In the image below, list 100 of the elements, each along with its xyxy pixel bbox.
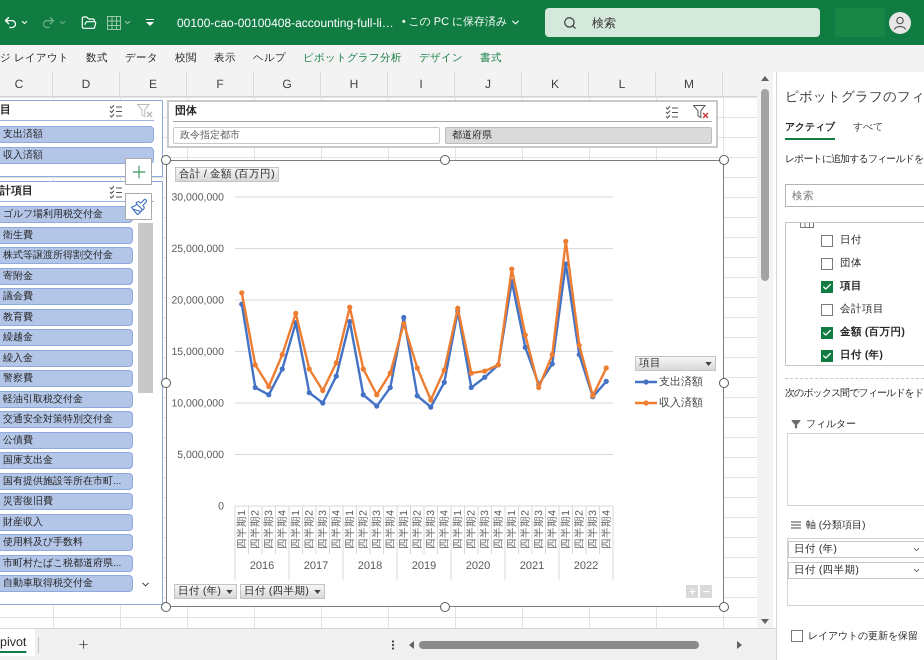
slicer-item[interactable]: ゴルフ場利用税交付金 — [0, 206, 133, 223]
scroll-left-icon[interactable] — [409, 640, 414, 648]
scroll-up-icon[interactable] — [761, 76, 769, 81]
field-label[interactable]: 項目 — [840, 278, 862, 294]
ribbon-tab[interactable]: ピボットグラフ分析 — [302, 50, 402, 66]
dropdown-icon[interactable] — [146, 19, 154, 26]
scrollbar-thumb[interactable] — [419, 640, 700, 648]
column-header[interactable]: J — [455, 72, 522, 96]
pane-tab[interactable]: すべて — [853, 116, 883, 140]
ribbon-tab[interactable]: ジ レイアウト — [0, 50, 69, 66]
slicer-item[interactable]: 使用料及び手数料 — [0, 534, 133, 551]
checkbox[interactable] — [791, 630, 803, 642]
column-header[interactable]: E — [120, 72, 187, 96]
ribbon-tab[interactable]: ヘルプ — [252, 50, 286, 66]
axis-field-button[interactable]: 日付 (四半期) — [240, 584, 325, 599]
search-field[interactable]: 検索 — [785, 184, 924, 207]
slicer-item[interactable]: 軽油引取税交付金 — [0, 390, 133, 408]
checkbox[interactable] — [821, 350, 833, 362]
search-field[interactable]: 検索 — [545, 8, 820, 37]
axis-field-item[interactable]: 日付 (四半期) — [788, 562, 924, 579]
multi-select-icon[interactable] — [109, 104, 123, 118]
slicer-item[interactable]: 警察費 — [0, 370, 133, 387]
slicer-item[interactable]: 自動車取得税交付金 — [0, 575, 133, 592]
resize-handle[interactable] — [161, 378, 171, 388]
field-label[interactable]: 日付 (年) — [840, 348, 883, 364]
slicer-item[interactable]: 教育費 — [0, 308, 133, 326]
column-header[interactable]: L — [589, 72, 656, 96]
undo-icon[interactable] — [3, 15, 18, 30]
tick-label: 0 — [218, 500, 224, 512]
checkbox[interactable] — [821, 304, 833, 316]
axis-area-box[interactable]: 日付 (年) 日付 (四半期) — [787, 538, 924, 606]
checkbox-label[interactable]: レイアウトの更新を保留 — [808, 628, 918, 644]
ribbon-tab[interactable]: 校閲 — [174, 50, 197, 66]
multi-select-icon[interactable] — [109, 184, 123, 198]
column-header[interactable]: F — [187, 72, 254, 96]
scrollbar-thumb[interactable] — [138, 223, 153, 393]
folder-icon[interactable] — [81, 14, 97, 30]
resize-handle[interactable] — [161, 602, 171, 612]
slicer-item[interactable]: 繰越金 — [0, 329, 133, 346]
slicer-item[interactable]: 繰入金 — [0, 350, 133, 366]
caret-icon[interactable] — [123, 18, 132, 27]
resize-handle[interactable] — [440, 155, 450, 165]
resize-handle[interactable] — [719, 155, 729, 165]
avatar-icon[interactable] — [889, 12, 911, 34]
slicer-item[interactable]: 衛生費 — [0, 226, 133, 244]
slicer-item[interactable]: 議会費 — [0, 288, 133, 305]
slicer-item[interactable]: 国庫支出金 — [0, 452, 133, 469]
field-label[interactable]: 日付 — [840, 232, 862, 248]
checkbox[interactable] — [821, 280, 833, 292]
sheet-tab[interactable]: pivot — [0, 629, 36, 656]
chart-styles-button[interactable] — [125, 193, 152, 220]
scrollbar-thumb[interactable] — [761, 89, 769, 281]
slicer-item[interactable]: 財産収入 — [0, 514, 133, 530]
resize-handle[interactable] — [161, 155, 171, 165]
slicer-item[interactable]: 株式等譲渡所得割交付金 — [0, 247, 133, 264]
grid-icon[interactable] — [107, 16, 121, 30]
slicer-item[interactable]: 交通安全対策特別交付金 — [0, 411, 133, 428]
plus-icon[interactable] — [77, 638, 90, 651]
caret-icon[interactable] — [20, 18, 29, 27]
value-field-button[interactable]: 合計 / 金額 (百万円) — [175, 167, 279, 182]
resize-handle[interactable] — [440, 602, 450, 612]
slicer-item[interactable]: 支出済額 — [0, 126, 154, 143]
checkbox[interactable] — [821, 326, 833, 338]
field-label[interactable]: 団体 — [840, 256, 862, 272]
column-header[interactable]: D — [53, 72, 120, 96]
column-header[interactable]: G — [254, 72, 321, 96]
pane-tab[interactable]: アクティブ — [785, 116, 835, 140]
legend-field-button[interactable]: 項目 — [635, 356, 716, 371]
ribbon-tab[interactable]: 数式 — [86, 50, 108, 66]
slicer-item[interactable]: 災害復旧費 — [0, 493, 133, 510]
checkbox[interactable] — [821, 234, 833, 246]
scroll-right-icon[interactable] — [737, 640, 742, 648]
scroll-down-icon[interactable] — [761, 619, 769, 624]
slicer-item[interactable]: 公債費 — [0, 432, 133, 448]
column-header[interactable]: I — [388, 72, 455, 96]
resize-handle[interactable] — [719, 602, 729, 612]
checkbox[interactable] — [821, 258, 833, 270]
multi-select-icon[interactable] — [665, 104, 679, 118]
ribbon-tab[interactable]: デザイン — [418, 50, 463, 66]
save-status[interactable]: • この PC に保存済み — [402, 14, 508, 31]
field-label[interactable]: 会計項目 — [840, 302, 884, 318]
chart-elements-button[interactable] — [125, 158, 152, 185]
slicer-item[interactable]: 国有提供施設等所在市町... — [0, 472, 133, 490]
ribbon-tab[interactable]: データ — [124, 50, 158, 66]
ribbon-tab[interactable]: 表示 — [214, 50, 236, 66]
slicer-item[interactable]: 都道府県 — [445, 127, 712, 144]
slicer-item[interactable]: 政令指定都市 — [173, 127, 440, 144]
ribbon-tab[interactable]: 書式 — [480, 50, 502, 66]
axis-field-button[interactable]: 日付 (年) — [174, 584, 237, 599]
resize-handle[interactable] — [719, 378, 729, 388]
column-header[interactable]: K — [522, 72, 589, 96]
slicer-item[interactable]: 収入済額 — [0, 147, 154, 164]
clear-filter-icon[interactable] — [693, 104, 709, 118]
slicer-item[interactable]: 市町村たばこ税都道府県... — [0, 554, 133, 572]
column-header[interactable]: H — [321, 72, 388, 96]
column-header[interactable]: C — [0, 72, 53, 96]
slicer-item[interactable]: 寄附金 — [0, 268, 133, 284]
column-header[interactable]: M — [656, 72, 723, 96]
field-label[interactable]: 金額 (百万円) — [840, 324, 905, 340]
axis-field-item[interactable]: 日付 (年) — [788, 541, 924, 558]
